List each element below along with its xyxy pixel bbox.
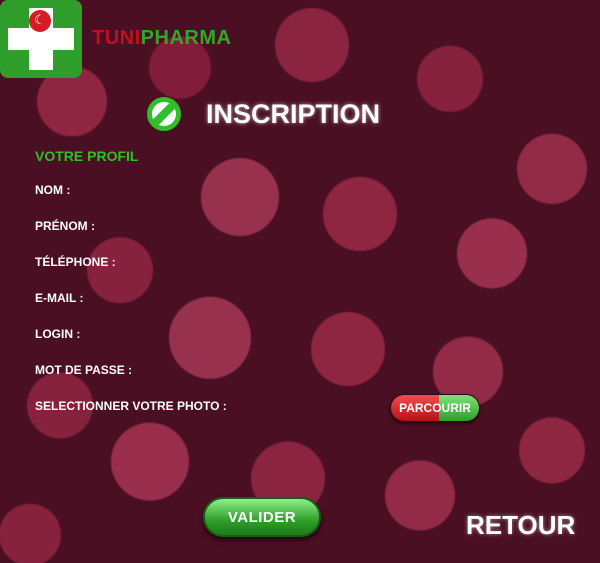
pill-capsule-icon bbox=[147, 97, 181, 131]
browse-button[interactable]: PARCOURIR bbox=[390, 394, 480, 422]
seal-icon: ☾ bbox=[29, 10, 51, 32]
brand-part-1: TUNI bbox=[92, 27, 141, 49]
label-telephone: TÉLÉPHONE : bbox=[35, 255, 116, 269]
label-photo: SELECTIONNER VOTRE PHOTO : bbox=[35, 399, 227, 413]
section-title: VOTRE PROFIL bbox=[35, 148, 139, 164]
validate-button[interactable]: VALIDER bbox=[203, 497, 321, 537]
page-header: INSCRIPTION bbox=[146, 96, 380, 132]
back-button[interactable]: RETOUR bbox=[466, 510, 575, 541]
brand-name: TUNIPHARMA bbox=[92, 27, 231, 50]
label-email: E-MAIL : bbox=[35, 291, 84, 305]
brand-part-2: PHARMA bbox=[140, 27, 232, 49]
label-login: LOGIN : bbox=[35, 327, 81, 341]
label-nom: NOM : bbox=[35, 183, 71, 197]
label-password: MOT DE PASSE : bbox=[35, 363, 133, 377]
app-logo: ☾ bbox=[0, 0, 82, 78]
label-prenom: PRÉNOM : bbox=[35, 219, 95, 233]
page-title: INSCRIPTION bbox=[206, 98, 381, 129]
browse-button-label: PARCOURIR bbox=[399, 401, 471, 415]
